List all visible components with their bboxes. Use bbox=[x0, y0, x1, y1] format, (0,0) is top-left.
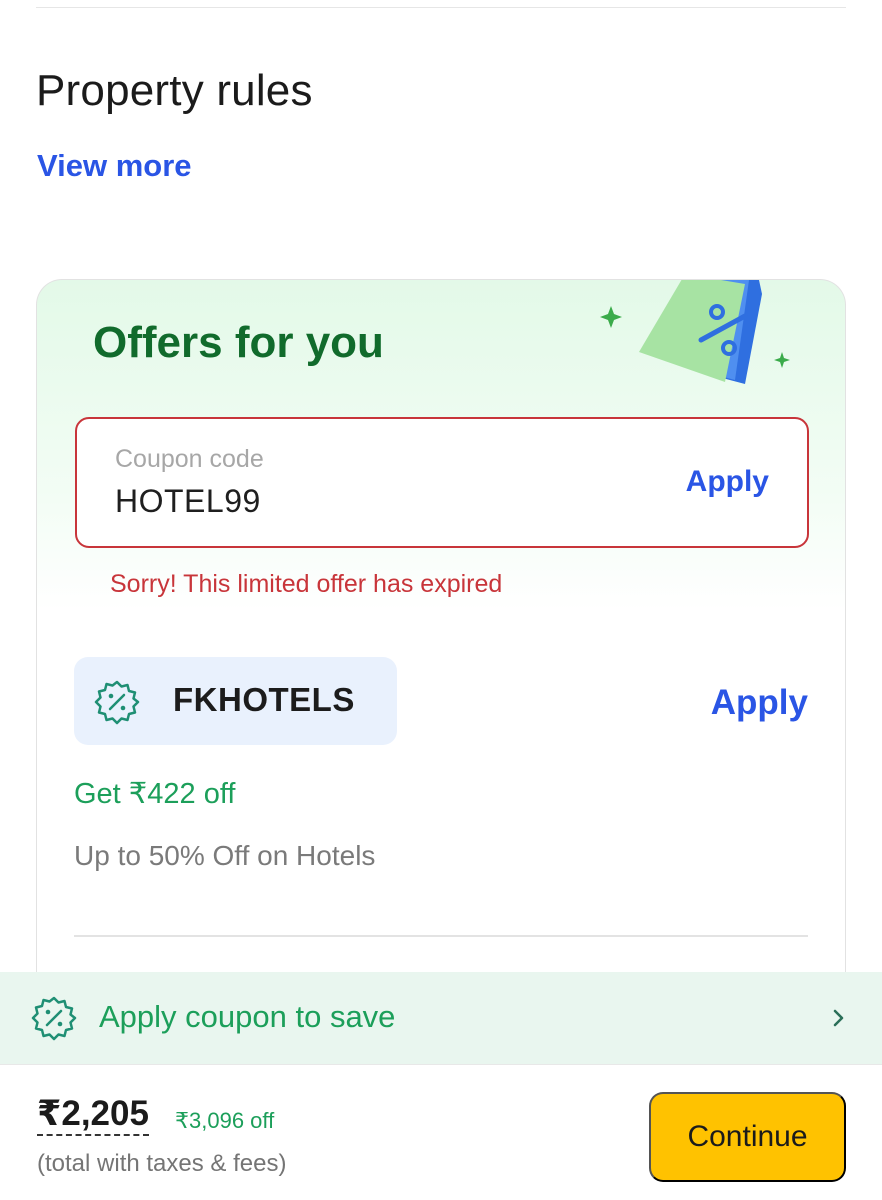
percent-tag-illustration bbox=[600, 280, 790, 384]
offers-card: Offers for you Coupon code HOTEL99 Apply… bbox=[36, 279, 846, 1039]
coupon-code-label: Coupon code bbox=[115, 445, 264, 473]
offers-title: Offers for you bbox=[93, 318, 384, 367]
apply-coupon-label: Apply coupon to save bbox=[99, 999, 396, 1034]
offer-code-pill: FKHOTELS bbox=[74, 657, 397, 745]
coupon-apply-button[interactable]: Apply bbox=[686, 465, 769, 499]
apply-coupon-strip[interactable]: Apply coupon to save bbox=[0, 972, 882, 1064]
view-more-link[interactable]: View more bbox=[37, 148, 192, 184]
total-price[interactable]: ₹2,205 bbox=[37, 1095, 149, 1136]
offer-description: Up to 50% Off on Hotels bbox=[74, 840, 376, 871]
discount-badge-icon bbox=[94, 680, 140, 725]
discount-amount: ₹3,096 off bbox=[175, 1108, 275, 1133]
continue-button[interactable]: Continue bbox=[649, 1092, 846, 1182]
offer-savings-text: Get ₹422 off bbox=[74, 778, 236, 810]
coupon-error-message: Sorry! This limited offer has expired bbox=[110, 570, 503, 598]
tax-note: (total with taxes & fees) bbox=[37, 1150, 287, 1177]
offer-divider bbox=[74, 935, 808, 937]
coupon-code-field[interactable]: Coupon code HOTEL99 Apply bbox=[75, 417, 809, 548]
sparkle-icon bbox=[774, 352, 790, 368]
offer-apply-button[interactable]: Apply bbox=[711, 683, 808, 723]
top-divider bbox=[36, 7, 846, 8]
discount-badge-icon bbox=[31, 996, 77, 1041]
checkout-bar: ₹2,205 ₹3,096 off (total with taxes & fe… bbox=[0, 1064, 882, 1200]
coupon-code-value[interactable]: HOTEL99 bbox=[115, 483, 261, 520]
offer-code-text: FKHOTELS bbox=[173, 681, 355, 718]
sparkle-icon bbox=[600, 306, 622, 328]
section-title-property-rules: Property rules bbox=[36, 66, 313, 115]
chevron-right-icon bbox=[833, 1009, 844, 1027]
